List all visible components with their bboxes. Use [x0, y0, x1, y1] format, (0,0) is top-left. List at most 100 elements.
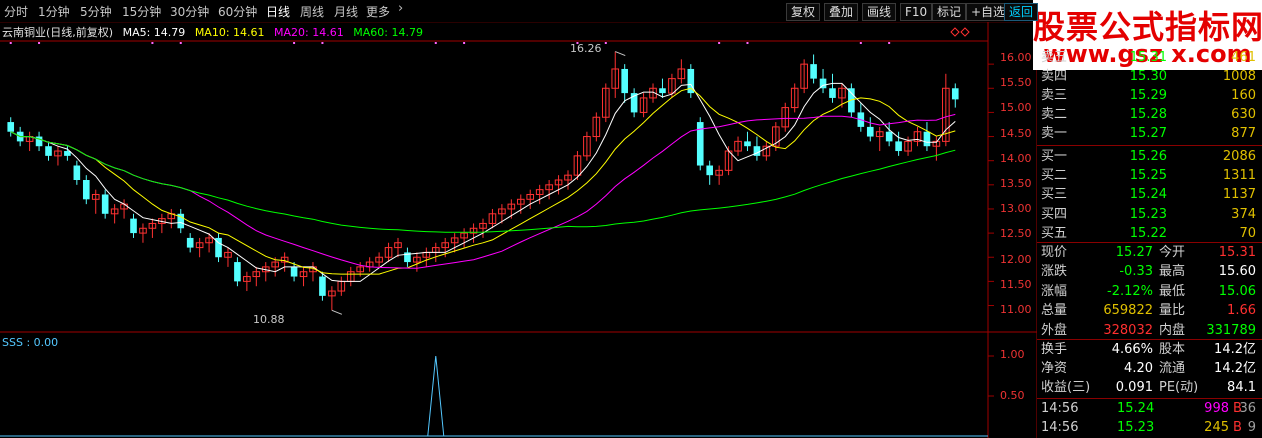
- tick-volume: 998: [1204, 401, 1229, 416]
- candle-body: [951, 88, 959, 100]
- bid-price: 15.26: [1129, 149, 1167, 164]
- ask-volume: 1008: [1222, 69, 1256, 84]
- signal-dot: [604, 42, 607, 44]
- quote-row: 现价 15.27 今开 15.31: [1037, 243, 1262, 262]
- candle-body: [73, 165, 81, 180]
- quote-row: 外盘 328032 内盘 331789: [1037, 321, 1262, 340]
- ask-label: 卖三: [1041, 88, 1068, 103]
- quote-value-2: 1.66: [1227, 303, 1256, 319]
- fundamental-row: 净资 4.20 流通 14.2亿: [1037, 359, 1262, 378]
- fund-value-2: 14.2亿: [1214, 342, 1256, 357]
- ask-price: 15.28: [1129, 107, 1167, 122]
- bid-row[interactable]: 买三 15.24 1137: [1037, 185, 1262, 204]
- back-button[interactable]: 返回: [1004, 3, 1039, 21]
- ask-row[interactable]: 卖四 15.30 1008: [1037, 67, 1262, 86]
- tick-count: 36: [1239, 401, 1256, 416]
- candle-body: [885, 131, 893, 142]
- signal-dot: [321, 42, 324, 44]
- ask-row[interactable]: 卖一 15.27 877: [1037, 124, 1262, 143]
- fund-label: 净资: [1041, 361, 1068, 376]
- signal-dot: [9, 42, 12, 44]
- candle-body: [895, 141, 902, 152]
- low-price-label: 10.88: [253, 313, 285, 326]
- candle-body: [744, 141, 751, 147]
- candle-body: [923, 131, 931, 147]
- bid-price: 15.23: [1129, 206, 1167, 222]
- ask-label: 卖五: [1041, 50, 1068, 65]
- price-tick-label: 12.00: [1000, 252, 1032, 266]
- quote-value: -2.12%: [1107, 283, 1153, 299]
- fund-label: 换手: [1041, 342, 1068, 357]
- ask-label: 卖一: [1041, 126, 1068, 141]
- quote-label: 涨幅: [1041, 283, 1068, 299]
- ask-price: 15.30: [1129, 69, 1167, 84]
- ask-row[interactable]: 卖二 15.28 630: [1037, 105, 1262, 124]
- bid-price: 15.25: [1129, 168, 1167, 184]
- tick-row: 14:56 15.23 245 B 9: [1037, 418, 1262, 437]
- ask-volume: 877: [1231, 126, 1256, 141]
- price-tick-label: 15.50: [1000, 76, 1032, 90]
- quote-value-2: 15.31: [1218, 245, 1256, 260]
- quote-label: 外盘: [1041, 322, 1068, 338]
- fundamental-row: 换手 4.66% 股本 14.2亿: [1037, 340, 1262, 359]
- bid-row[interactable]: 买四 15.23 374: [1037, 205, 1262, 224]
- ma20-line: [10, 113, 956, 269]
- ma5-value: MA5: 14.79: [122, 26, 186, 39]
- ask-row[interactable]: 卖五 15.31 461: [1037, 48, 1262, 67]
- bid-volume: 70: [1239, 225, 1256, 241]
- quote-label: 总量: [1041, 303, 1068, 319]
- ma10-value: MA10: 14.61: [194, 26, 265, 39]
- candle-body: [659, 88, 666, 94]
- ask-label: 卖四: [1041, 69, 1068, 84]
- tick-price: 15.23: [1117, 420, 1155, 435]
- signal-dot: [718, 42, 721, 44]
- bid-price: 15.22: [1129, 225, 1167, 241]
- bid-row[interactable]: 买一 15.26 2086: [1037, 147, 1262, 166]
- candle-body: [687, 68, 695, 94]
- bid-price: 15.24: [1129, 187, 1167, 203]
- ask-row[interactable]: 卖三 15.29 160: [1037, 86, 1262, 105]
- bid-row[interactable]: 买二 15.25 1311: [1037, 166, 1262, 185]
- indicator-tick-label: 0.50: [1000, 389, 1025, 402]
- high-price-label: 16.26: [570, 42, 602, 55]
- fund-value-2: 84.1: [1227, 380, 1256, 395]
- ask-price: 15.31: [1129, 50, 1167, 65]
- fund-label-2: 股本: [1159, 342, 1186, 357]
- ask-volume: 461: [1231, 50, 1256, 65]
- tick-time: 14:56: [1041, 420, 1079, 435]
- candle-body: [82, 180, 90, 200]
- price-tick-label: 13.50: [1000, 177, 1032, 190]
- quote-value: 659822: [1103, 303, 1153, 319]
- quote-value-2: 331789: [1206, 322, 1256, 338]
- signal-dot: [179, 42, 182, 44]
- candle-body: [130, 218, 137, 234]
- candle-body: [829, 88, 836, 98]
- price-tick-label: 16.00: [1000, 51, 1032, 64]
- diamond-icon: [950, 27, 960, 37]
- indicator-tick-label: 1.00: [1000, 348, 1025, 361]
- ma5-line: [10, 82, 956, 282]
- quote-label-2: 内盘: [1159, 322, 1186, 338]
- price-tick-label: 13.00: [1000, 202, 1032, 216]
- fund-value-2: 14.2亿: [1214, 361, 1256, 376]
- sss-spike: [427, 355, 445, 437]
- quote-row: 涨幅 -2.12% 最低 15.06: [1037, 282, 1262, 301]
- bid-volume: 1311: [1222, 168, 1256, 184]
- price-tick-label: 14.00: [1000, 151, 1032, 165]
- sss-legend: SSS : 0.00: [2, 336, 59, 349]
- candle-body: [621, 68, 628, 94]
- candle-body: [290, 266, 298, 277]
- kline-chart[interactable]: [0, 0, 1037, 438]
- stock-name: 云南铜业(日线,前复权): [2, 26, 114, 39]
- quote-value-2: 15.06: [1218, 283, 1256, 299]
- tick-volume: 245: [1204, 420, 1229, 435]
- bid-row[interactable]: 买五 15.22 70: [1037, 224, 1262, 243]
- tick-side: B: [1233, 420, 1242, 435]
- bid-volume: 1137: [1222, 187, 1256, 203]
- candle-body: [866, 126, 874, 137]
- quote-label-2: 最高: [1159, 264, 1186, 280]
- signal-dot: [746, 42, 749, 44]
- tick-time: 14:56: [1041, 401, 1079, 416]
- signal-dot: [38, 42, 41, 44]
- fundamental-row: 收益(三) 0.091 PE(动) 84.1: [1037, 378, 1262, 397]
